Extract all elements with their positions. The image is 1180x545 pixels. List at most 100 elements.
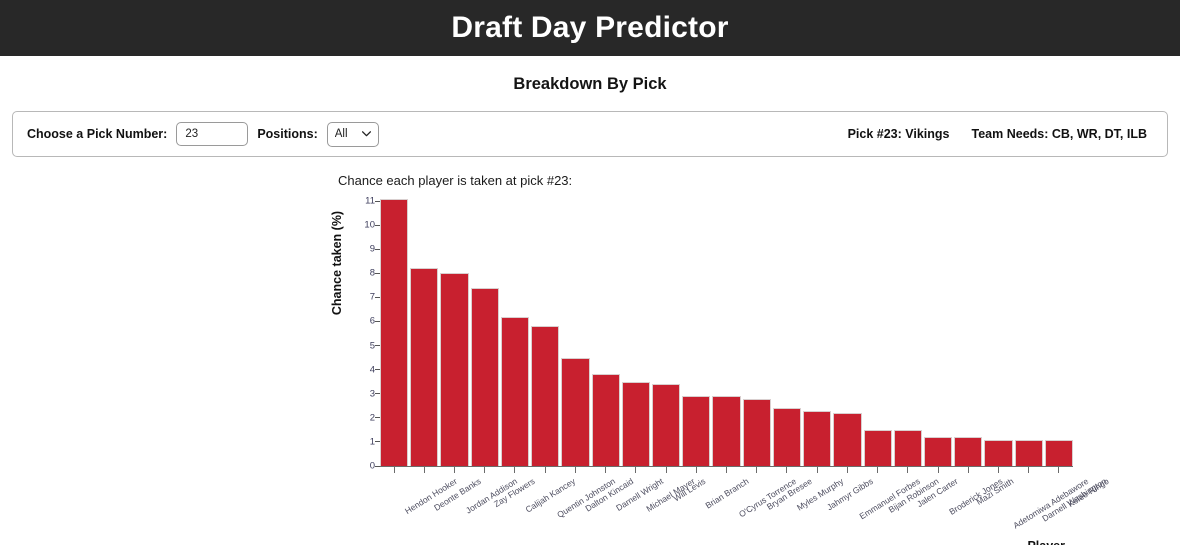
bar[interactable] <box>440 273 469 466</box>
y-tick-label: 9 <box>343 244 380 255</box>
x-tick-label-cell: Emmanuel Forbes <box>833 473 922 543</box>
bar[interactable] <box>651 384 681 466</box>
y-tick-label: 5 <box>343 340 380 351</box>
y-tick-label: 7 <box>343 292 380 303</box>
y-axis-ticks: 0 1 2 3 4 5 6 7 8 9 10 11 <box>348 196 380 472</box>
x-tick-label-cell: Myles Murphy <box>773 473 845 543</box>
pick-number-label: Choose a Pick Number: <box>27 127 168 141</box>
bar-column[interactable] <box>984 201 1013 466</box>
bar-column[interactable] <box>500 201 530 466</box>
bar-column[interactable] <box>470 201 499 466</box>
pick-team-info: Pick #23: Vikings <box>847 127 950 141</box>
control-bar-left: Choose a Pick Number: Positions: All <box>27 121 379 147</box>
pick-number-input[interactable] <box>176 122 249 146</box>
bar-column[interactable] <box>1044 201 1074 466</box>
bar-column[interactable] <box>1014 201 1043 466</box>
plot-area: 0 1 2 3 4 5 6 7 8 9 10 11 <box>364 196 1074 472</box>
bar[interactable] <box>531 326 560 466</box>
x-tick-label-cell: Jahmyr Gibbs <box>803 473 875 543</box>
x-tick-label-cell: Calijah Kancey <box>501 473 577 543</box>
bar[interactable] <box>470 287 499 466</box>
y-tick-label: 0 <box>343 461 380 472</box>
y-tick-label: 10 <box>343 220 380 231</box>
bar[interactable] <box>833 413 862 466</box>
bar-column[interactable] <box>561 201 590 466</box>
x-tick-label-cell: Dalton Kincaid <box>561 473 636 543</box>
x-tick-label-cell: Kelee Ringo <box>1045 473 1111 543</box>
bar[interactable] <box>954 437 983 466</box>
bar-column[interactable] <box>380 198 409 466</box>
bar-column[interactable] <box>621 201 650 466</box>
control-bar: Choose a Pick Number: Positions: All Pic… <box>12 111 1168 157</box>
positions-select[interactable]: All <box>326 121 379 147</box>
y-tick-label: 6 <box>343 316 380 327</box>
section-title: Breakdown By Pick <box>513 75 667 93</box>
x-tick-label-cell: Broderick Jones <box>924 473 1004 543</box>
bar-column[interactable] <box>591 201 620 466</box>
bars-container <box>380 198 1074 466</box>
bar-column[interactable] <box>742 201 771 466</box>
y-tick-label: 4 <box>343 364 380 375</box>
bar-column[interactable] <box>410 201 439 466</box>
y-tick-label: 3 <box>343 388 380 399</box>
x-axis-labels: Hendon Hooker Deonte Banks Jordan Addison Z… <box>380 473 1111 543</box>
x-tick-label-cell: Bijan Robinson <box>864 473 940 543</box>
bar[interactable] <box>621 381 650 466</box>
bar[interactable] <box>380 198 409 466</box>
bar[interactable] <box>1044 439 1074 466</box>
x-tick-label-cell: Jalen Carter <box>894 473 960 543</box>
bar-column[interactable] <box>712 201 741 466</box>
control-bar-right: Pick #23: Vikings Team Needs: CB, WR, DT… <box>848 127 1153 141</box>
bar-column[interactable] <box>651 201 681 466</box>
x-tick-label-cell: Darnell Wright <box>592 473 665 543</box>
bar-column[interactable] <box>440 201 469 466</box>
app-header: Draft Day Predictor <box>0 0 1180 56</box>
x-tick-label-cell: Darnell Washington <box>1015 473 1108 543</box>
bar-column[interactable] <box>772 201 802 466</box>
x-tick-label-cell: Michael Mayer <box>622 473 696 543</box>
y-tick-label: 8 <box>343 268 380 279</box>
bar-column[interactable] <box>531 201 560 466</box>
y-tick-label: 1 <box>343 436 380 447</box>
bar[interactable] <box>893 429 922 466</box>
bar-column[interactable] <box>803 201 832 466</box>
bar[interactable] <box>410 268 439 466</box>
bar-column[interactable] <box>682 201 711 466</box>
bar[interactable] <box>1014 439 1043 466</box>
y-axis-label: Chance taken (%) <box>330 210 345 316</box>
bar-column[interactable] <box>954 201 983 466</box>
x-tick-label-cell: Zay Flowers <box>471 473 537 543</box>
y-tick-label: 2 <box>343 412 380 423</box>
bar[interactable] <box>500 316 530 466</box>
bar[interactable] <box>772 408 802 466</box>
y-tick-label: 11 <box>343 196 380 207</box>
x-tick-label-cell: Brian Branch <box>682 473 751 543</box>
x-tick-label-cell: Mazi Smith <box>954 473 1016 543</box>
bar[interactable] <box>803 410 832 466</box>
x-tick-label-cell: Will Levis <box>652 473 708 543</box>
bar[interactable] <box>923 437 953 466</box>
x-tick-label-cell: Deonte Banks <box>410 473 483 543</box>
chart-region: Chance each player is taken at pick #23:… <box>0 173 1180 545</box>
bar-column[interactable] <box>833 201 862 466</box>
bar-column[interactable] <box>893 201 922 466</box>
x-tick-label-cell: Bryan Bresee <box>743 473 814 543</box>
bar[interactable] <box>742 398 771 466</box>
x-tick-label-cell: O'Cyrus Torrence <box>712 473 798 543</box>
bar-column[interactable] <box>923 201 953 466</box>
positions-select-wrap: All <box>326 121 379 147</box>
bar[interactable] <box>863 429 892 466</box>
bar[interactable] <box>984 439 1013 466</box>
x-tick-label-cell: Adetomiwa Adebawore <box>984 473 1091 543</box>
team-needs-info: Team Needs: CB, WR, DT, ILB <box>971 127 1147 141</box>
bar-column[interactable] <box>863 201 892 466</box>
bar[interactable] <box>561 357 590 466</box>
chart-caption: Chance each player is taken at pick #23: <box>338 173 573 188</box>
positions-label: Positions: <box>257 127 318 141</box>
x-tick-label-cell: Hendon Hooker <box>380 473 459 543</box>
bar[interactable] <box>591 374 620 466</box>
bar-chart: Chance taken (%) 0 1 2 3 4 5 6 7 8 9 10 11 Hendon H… <box>330 196 1111 545</box>
bar[interactable] <box>712 396 741 466</box>
bar[interactable] <box>682 396 711 466</box>
x-tick-label-cell: Quentin Johnston <box>531 473 617 543</box>
